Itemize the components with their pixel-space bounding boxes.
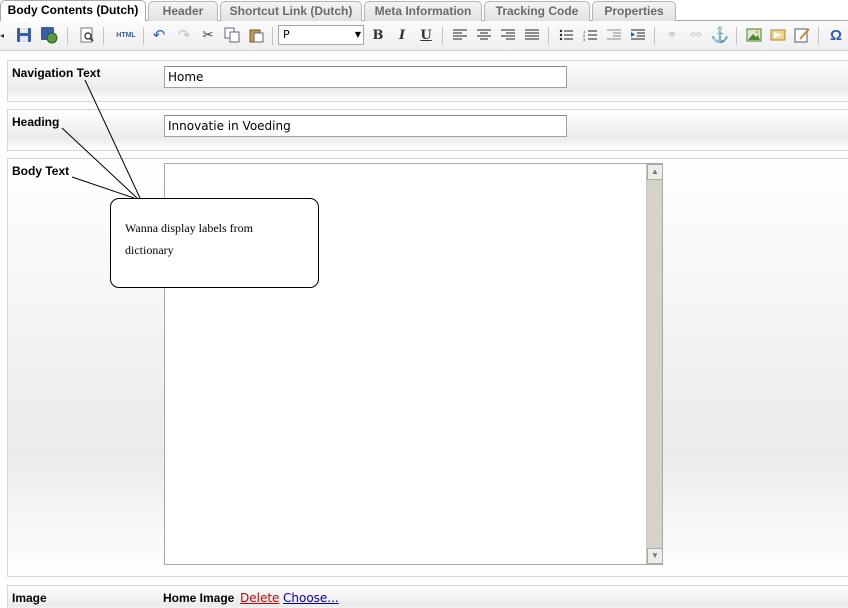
- tab-header[interactable]: Header: [148, 1, 218, 21]
- numbered-list-icon[interactable]: 123: [580, 25, 600, 45]
- html-source-icon[interactable]: HTML: [113, 25, 139, 45]
- save-icon[interactable]: [14, 25, 34, 45]
- cut-icon[interactable]: ✂: [198, 25, 218, 45]
- bullet-list-icon[interactable]: [556, 25, 576, 45]
- redo-icon[interactable]: ↷: [174, 25, 194, 45]
- align-left-icon[interactable]: [450, 25, 470, 45]
- underline-button[interactable]: U: [416, 25, 436, 45]
- undo-icon[interactable]: ↶: [149, 25, 169, 45]
- paste-icon[interactable]: [246, 25, 266, 45]
- tab-meta-information[interactable]: Meta Information: [364, 1, 482, 21]
- copy-icon[interactable]: [222, 25, 242, 45]
- special-char-icon[interactable]: Ω: [826, 25, 846, 45]
- tab-properties[interactable]: Properties: [592, 1, 676, 21]
- choose-image-link[interactable]: Choose...: [283, 591, 339, 605]
- editor-scrollbar[interactable]: ▲ ▼: [646, 164, 663, 564]
- callout-text-line1: Wanna display labels from: [125, 221, 253, 235]
- svg-text:3: 3: [583, 37, 586, 41]
- heading-input[interactable]: Innovatie in Voeding: [164, 115, 567, 137]
- scroll-down-icon[interactable]: ▼: [647, 548, 663, 564]
- image-label: Image: [12, 591, 47, 605]
- annotation-callout: Wanna display labels from dictionary: [110, 198, 319, 288]
- media-icon[interactable]: [768, 25, 788, 45]
- tab-bar: Body Contents (Dutch) Header Shortcut Li…: [0, 0, 848, 22]
- edit-form-icon[interactable]: [792, 25, 812, 45]
- anchor-icon[interactable]: ⚓: [710, 25, 730, 45]
- scroll-up-icon[interactable]: ▲: [647, 164, 663, 180]
- collapse-arrow-icon[interactable]: ◂: [0, 25, 8, 45]
- unlink-icon[interactable]: ⚯: [686, 25, 706, 45]
- navigation-text-label: Navigation Text: [12, 66, 101, 80]
- align-center-icon[interactable]: [474, 25, 494, 45]
- body-text-label: Body Text: [12, 164, 70, 178]
- image-icon[interactable]: [744, 25, 764, 45]
- indent-icon[interactable]: [628, 25, 648, 45]
- heading-label: Heading: [12, 115, 60, 129]
- toolbar-separator: [442, 27, 443, 45]
- italic-button[interactable]: I: [392, 25, 412, 45]
- justify-icon[interactable]: [522, 25, 542, 45]
- outdent-icon[interactable]: [604, 25, 624, 45]
- tab-tracking-code[interactable]: Tracking Code: [484, 1, 590, 21]
- delete-image-link[interactable]: Delete: [240, 591, 279, 605]
- image-panel: [7, 585, 848, 608]
- tab-shortcut-link[interactable]: Shortcut Link (Dutch): [220, 1, 362, 21]
- link-icon[interactable]: ⚭: [662, 25, 682, 45]
- toolbar-separator: [818, 27, 819, 45]
- image-value: Home Image: [163, 591, 235, 605]
- toolbar-separator: [103, 27, 104, 45]
- tab-body-contents[interactable]: Body Contents (Dutch): [0, 0, 146, 22]
- toolbar-separator: [548, 27, 549, 45]
- align-right-icon[interactable]: [498, 25, 518, 45]
- navigation-text-input[interactable]: Home: [164, 66, 567, 88]
- format-select-value: P: [283, 28, 290, 41]
- format-select[interactable]: P ▼: [278, 25, 364, 45]
- preview-icon[interactable]: [77, 25, 97, 45]
- chevron-down-icon: ▼: [354, 30, 361, 39]
- toolbar-separator: [736, 27, 737, 45]
- callout-text-line2: dictionary: [125, 243, 174, 257]
- bold-button[interactable]: B: [368, 25, 388, 45]
- toolbar-separator: [67, 27, 68, 45]
- save-globe-icon[interactable]: [39, 25, 59, 45]
- toolbar-separator: [143, 27, 144, 45]
- toolbar-separator: [272, 27, 273, 45]
- toolbar-separator: [654, 27, 655, 45]
